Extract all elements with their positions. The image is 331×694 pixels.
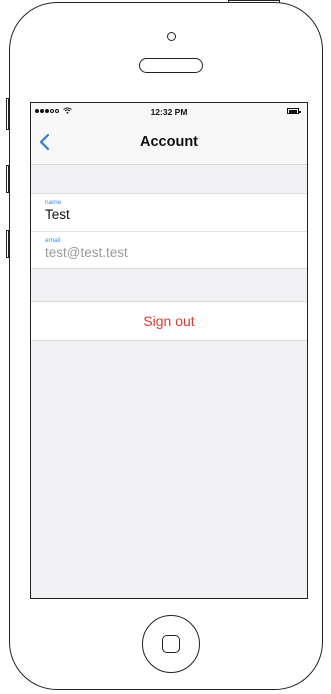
name-field-value[interactable]: Test (45, 207, 70, 222)
front-camera (167, 32, 176, 41)
home-button[interactable] (142, 615, 200, 673)
email-field[interactable]: email test@test.test (31, 231, 307, 268)
app-screen: 12:32 PM Account name Test email test@te… (30, 102, 308, 599)
status-bar: 12:32 PM (31, 103, 307, 121)
battery-icon (287, 108, 301, 114)
earpiece-speaker (139, 58, 203, 73)
sign-out-button[interactable]: Sign out (31, 301, 307, 341)
status-time: 12:32 PM (150, 107, 188, 117)
home-square-icon (162, 635, 180, 653)
email-field-value[interactable]: test@test.test (45, 245, 128, 260)
page-title: Account (140, 134, 198, 150)
account-fields-group: name Test email test@test.test (31, 193, 307, 269)
navigation-bar: Account (31, 121, 307, 165)
name-field-label: name (45, 199, 62, 206)
sign-out-label: Sign out (143, 313, 195, 329)
email-field-label: email (45, 237, 61, 244)
name-field[interactable]: name Test (31, 194, 307, 231)
